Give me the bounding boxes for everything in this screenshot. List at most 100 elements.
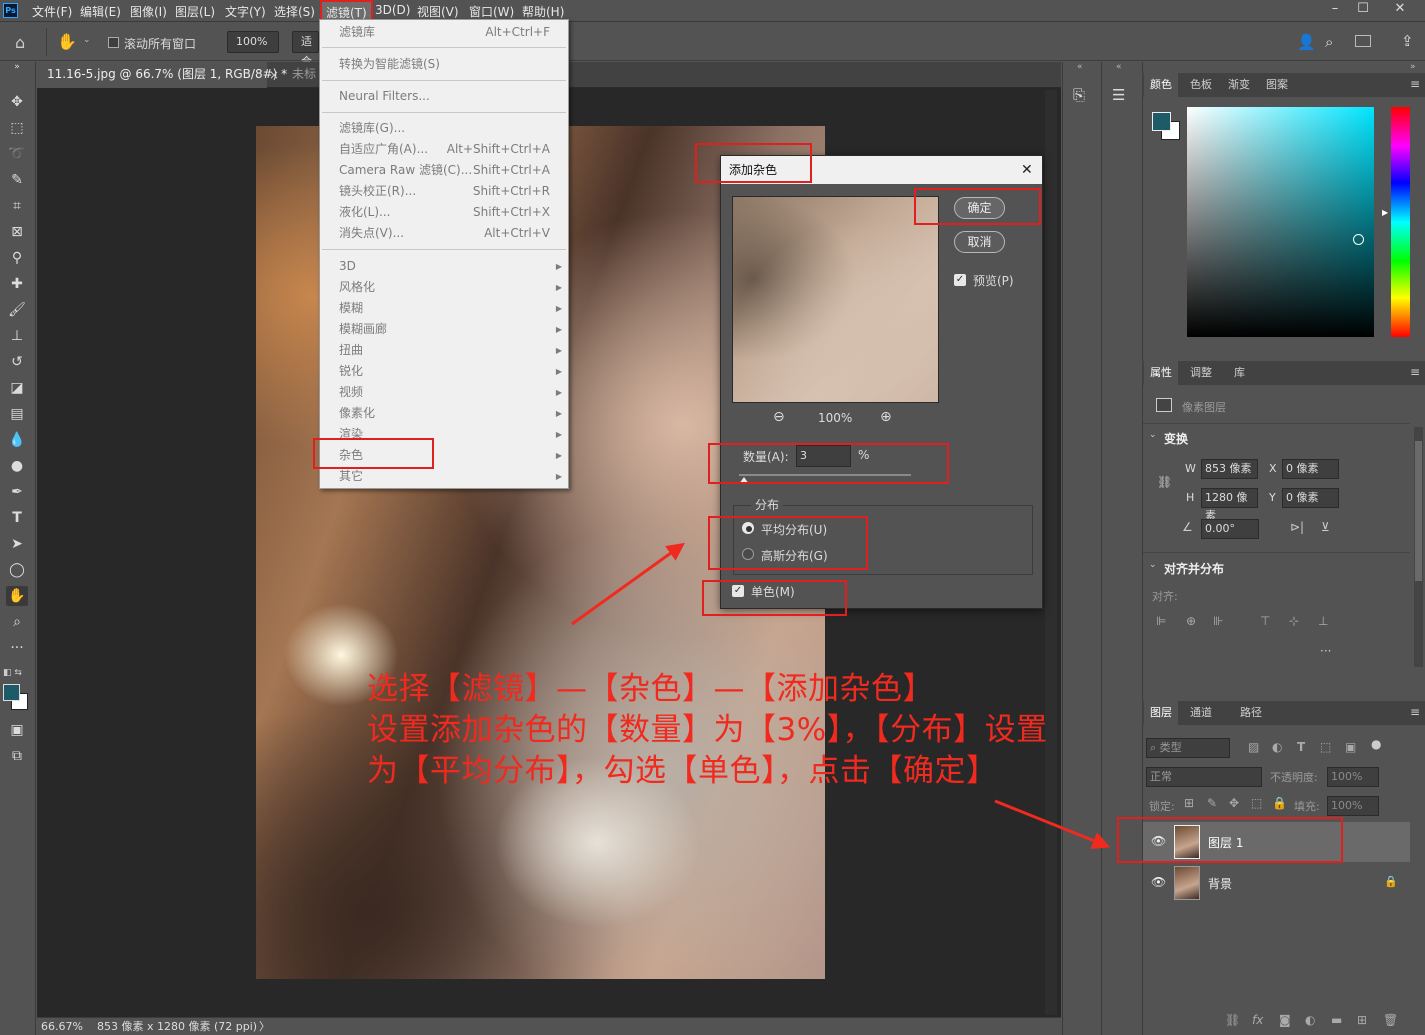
align-center-h-icon[interactable]: ⊕ (1186, 614, 1196, 628)
fg-color-chip[interactable] (1152, 112, 1171, 131)
amount-slider-handle[interactable] (739, 477, 750, 484)
collapse-icon-2[interactable]: « (1116, 62, 1122, 72)
transform-section-title[interactable]: 变换 (1164, 430, 1188, 447)
tab-properties[interactable]: 属性 (1144, 361, 1178, 385)
uniform-radio[interactable] (742, 522, 754, 534)
submenu-noise[interactable]: 杂色 ▶ (320, 445, 568, 466)
filter-shape-icon[interactable]: ⬚ (1320, 740, 1331, 754)
share-user-icon[interactable]: 👤 (1297, 33, 1316, 51)
fx-icon[interactable]: fx (1252, 1013, 1263, 1027)
monochrome-checkbox[interactable]: ✓ (732, 585, 744, 597)
lasso-tool-icon[interactable]: ➰ (6, 144, 28, 164)
x-field[interactable]: 0 像素 (1282, 459, 1339, 479)
lock-position-icon[interactable]: ✥ (1229, 796, 1239, 810)
tab-document[interactable]: 11.16-5.jpg @ 66.7% (图层 1, RGB/8#) * (37, 62, 287, 88)
healing-brush-tool-icon[interactable]: ✚ (6, 274, 28, 294)
zoom-tool-icon[interactable]: ⌕ (6, 612, 28, 632)
hue-slider-handle-icon[interactable]: ▶ (1382, 208, 1388, 217)
menu-item-lens-correction[interactable]: 镜头校正(R)... Shift+Ctrl+R (320, 181, 568, 202)
gradient-tool-icon[interactable]: ▤ (6, 404, 28, 424)
menu-item-neural-filters[interactable]: Neural Filters... (320, 86, 568, 107)
close-icon[interactable]: ✕ (1386, 0, 1414, 20)
menu-item-liquify[interactable]: 液化(L)... Shift+Ctrl+X (320, 202, 568, 223)
brush-tool-icon[interactable]: 🖌 (6, 300, 28, 320)
gaussian-radio[interactable] (742, 548, 754, 560)
lock-artboard-icon[interactable]: ⬚ (1251, 796, 1262, 810)
new-group-icon[interactable]: ▬ (1331, 1013, 1342, 1027)
menu-view[interactable]: 视图(V) (417, 3, 459, 20)
close-icon[interactable]: ✕ (1021, 156, 1033, 184)
flip-vertical-icon[interactable]: ⊻ (1321, 520, 1330, 534)
chevron-down-icon[interactable]: ⌄ (1149, 560, 1157, 570)
history-brush-tool-icon[interactable]: ↺ (6, 352, 28, 372)
lock-all-icon[interactable]: 🔒 (1272, 796, 1287, 810)
panel-expand-icon[interactable]: » (1410, 62, 1416, 72)
visibility-eye-icon[interactable]: 👁 (1151, 875, 1166, 889)
menu-window[interactable]: 窗口(W) (469, 3, 514, 20)
search-icon[interactable]: ⌕ (1325, 33, 1333, 51)
type-tool-icon[interactable]: T (6, 508, 28, 528)
maximize-icon[interactable]: ☐ (1349, 0, 1377, 20)
menu-select[interactable]: 选择(S) (274, 3, 315, 20)
hue-slider[interactable] (1391, 107, 1410, 337)
link-icon[interactable]: ⛓ (1157, 475, 1172, 489)
submenu-pixelate[interactable]: 像素化 ▶ (320, 403, 568, 424)
photoshop-logo-icon[interactable]: Ps (3, 3, 18, 18)
submenu-blur-gallery[interactable]: 模糊画廊 ▶ (320, 319, 568, 340)
filter-smart-icon[interactable]: ▣ (1345, 740, 1356, 754)
zoom-out-icon[interactable]: ⊖ (773, 409, 785, 425)
lock-pixels-icon[interactable]: ✎ (1207, 796, 1217, 810)
chevron-down-icon[interactable]: ⌄ (83, 35, 91, 45)
path-select-tool-icon[interactable]: ➤ (6, 534, 28, 554)
workspace-icon[interactable] (1355, 35, 1371, 47)
height-field[interactable]: 1280 像素 (1201, 488, 1258, 522)
submenu-distort[interactable]: 扭曲 ▶ (320, 340, 568, 361)
blend-mode-select[interactable]: 正常 (1146, 767, 1262, 787)
zoom-field[interactable]: 100% (227, 31, 279, 53)
history-panel-icon[interactable]: ⎘ (1073, 86, 1085, 104)
align-bottom-icon[interactable]: ⊥ (1318, 614, 1328, 628)
y-field[interactable]: 0 像素 (1282, 488, 1339, 508)
preview-image[interactable] (732, 196, 939, 403)
opacity-field[interactable]: 100% (1327, 767, 1379, 787)
menu-edit[interactable]: 编辑(E) (80, 3, 121, 20)
layer-row-background[interactable]: 👁 背景 🔒 (1143, 863, 1410, 903)
layer-name[interactable]: 背景 (1208, 875, 1232, 892)
visibility-eye-icon[interactable]: 👁 (1151, 834, 1166, 848)
blur-tool-icon[interactable]: 💧 (6, 430, 28, 450)
menu-item-vanishing-point[interactable]: 消失点(V)... Alt+Ctrl+V (320, 223, 568, 244)
align-middle-v-icon[interactable]: ⊹ (1289, 614, 1299, 628)
hand-tool-icon[interactable]: ✋ (6, 586, 28, 606)
lock-transparent-icon[interactable]: ⊞ (1184, 796, 1194, 810)
tab-color[interactable]: 颜色 (1144, 73, 1178, 97)
dodge-tool-icon[interactable]: ● (6, 456, 28, 476)
hand-tool-icon[interactable]: ✋ (57, 32, 77, 51)
foreground-color-swatch[interactable] (3, 684, 20, 701)
stamp-tool-icon[interactable]: ⊥ (6, 326, 28, 346)
layer-filter-select[interactable]: ⌕ 类型 (1146, 738, 1230, 758)
tab-document-2[interactable]: 未标 (282, 62, 322, 88)
eraser-tool-icon[interactable]: ◪ (6, 378, 28, 398)
menu-layer[interactable]: 图层(L) (175, 3, 215, 20)
submenu-sharpen[interactable]: 锐化 ▶ (320, 361, 568, 382)
link-layers-icon[interactable]: ⛓ (1225, 1013, 1240, 1027)
submenu-stylize[interactable]: 风格化 ▶ (320, 277, 568, 298)
filter-type-icon[interactable]: T (1297, 740, 1305, 754)
minimize-icon[interactable]: – (1321, 0, 1349, 20)
tab-layers[interactable]: 图层 (1144, 701, 1178, 725)
frame-tool-icon[interactable]: ⊠ (6, 222, 28, 242)
preview-checkbox[interactable]: ✓ (954, 274, 966, 286)
align-left-icon[interactable]: ⊫ (1156, 614, 1166, 628)
status-more-icon[interactable]: 〉 (259, 1019, 270, 1035)
properties-scrollbar[interactable] (1414, 427, 1423, 667)
align-top-icon[interactable]: ⊤ (1260, 614, 1270, 628)
more-tools-icon[interactable]: ··· (6, 638, 28, 658)
color-picker-marker[interactable] (1353, 234, 1364, 245)
submenu-other[interactable]: 其它 ▶ (320, 466, 568, 487)
menu-type[interactable]: 文字(Y) (225, 3, 266, 20)
width-field[interactable]: 853 像素 (1201, 459, 1258, 479)
menu-image[interactable]: 图像(I) (130, 3, 167, 20)
filter-toggle-icon[interactable]: ● (1371, 737, 1381, 751)
menu-file[interactable]: 文件(F) (32, 3, 72, 20)
delete-layer-icon[interactable]: 🗑 (1383, 1013, 1398, 1027)
